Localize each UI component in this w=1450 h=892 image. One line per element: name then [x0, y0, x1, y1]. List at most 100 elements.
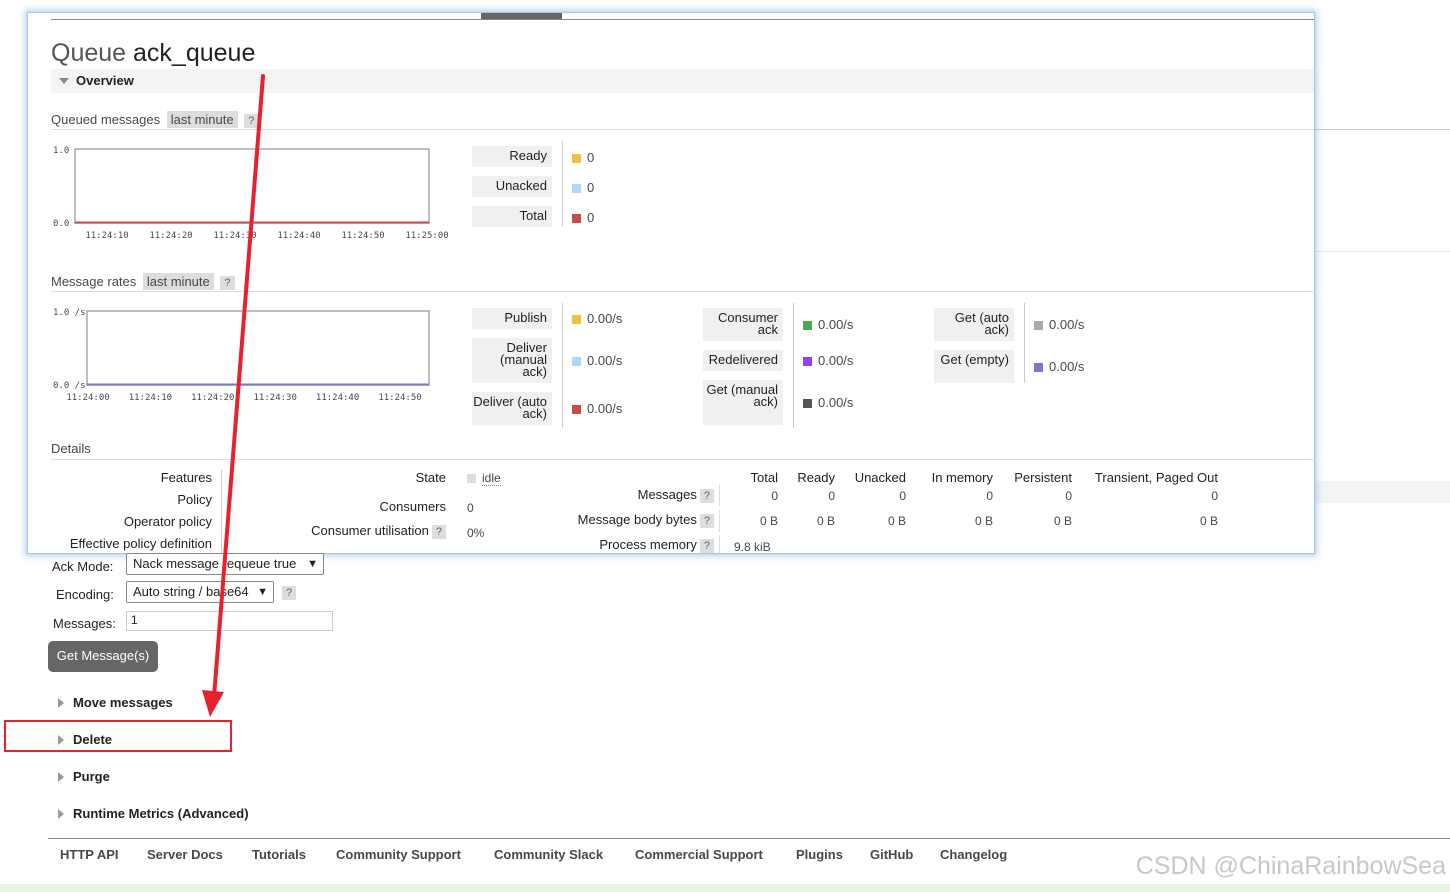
overview-section-toggle[interactable]: Overview [51, 69, 1314, 93]
messages-label: Messages: [53, 616, 116, 631]
queued-x-ticks: 11:24:10 11:24:20 11:24:30 11:24:40 11:24:50… [85, 231, 448, 241]
encoding-select[interactable]: Auto string / base64 ▼ [126, 581, 274, 603]
state-label: State [415, 470, 446, 485]
details-column-header: Persistent [1014, 470, 1072, 485]
legend-separator [1024, 303, 1025, 383]
legend-label-total: Total [472, 206, 552, 227]
tab-indicator [481, 13, 562, 19]
chevron-down-icon: ▼ [307, 558, 318, 570]
footer-link-community-support[interactable]: Community Support [336, 847, 461, 862]
queued-messages-header: Queued messages last minute ? [51, 111, 259, 128]
details-label: Operator policy [123, 514, 212, 529]
message-rates-chart: 1.0 /s 0.0 /s 11:24:00 11:24:10 11:24:20 11… [51, 305, 461, 408]
legend-swatch [572, 214, 581, 223]
legend-separator [562, 141, 563, 226]
consumer-utilisation-label: Consumer utilisation? [268, 523, 446, 539]
x-tick-label: 11:24:40 [316, 393, 359, 403]
get-messages-button[interactable]: Get Message(s) [48, 641, 158, 672]
legend-swatch [803, 356, 812, 366]
rate-legend-value: 0.00/s [803, 353, 853, 368]
encoding-label: Encoding: [56, 587, 114, 602]
rate-value-text: 0.00/s [1049, 316, 1085, 332]
section-toggle-purge[interactable]: Purge [58, 769, 110, 784]
y-tick-top: 1.0 /s [53, 308, 86, 318]
title-prefix: Queue [51, 39, 127, 67]
legend-separator [562, 303, 563, 428]
legend-value-text: 0 [587, 210, 595, 225]
x-tick-label: 11:24:10 [129, 393, 172, 403]
footer-link-server-docs[interactable]: Server Docs [147, 847, 223, 862]
section-label: Purge [73, 769, 110, 784]
x-tick-label: 11:24:20 [191, 393, 234, 403]
rate-value-text: 0.00/s [818, 352, 854, 368]
queued-header-label: Queued messages [51, 112, 161, 127]
ack-mode-select[interactable]: Nack message requeue true ▼ [126, 553, 324, 575]
legend-value-text: 0 [587, 180, 595, 195]
legend-value-text: 0 [587, 150, 595, 165]
section-label: Runtime Metrics (Advanced) [73, 806, 249, 821]
legend-swatch [803, 320, 812, 330]
section-toggle-runtime-metrics-advanced[interactable]: Runtime Metrics (Advanced) [58, 806, 249, 821]
bottom-bar [0, 884, 1450, 892]
queue-overview-popup: Queue ack_queue Overview Queued messages… [27, 12, 1315, 554]
legend-swatch [1034, 362, 1043, 372]
legend-swatch [803, 398, 812, 408]
rates-header-label: Message rates [51, 274, 137, 289]
legend-value: 0 [572, 210, 594, 225]
footer-divider [48, 838, 1450, 839]
legend-swatch [572, 154, 581, 163]
details-label: Effective policy definition [69, 536, 212, 551]
rate-legend-value: 0.00/s [1034, 317, 1084, 332]
rate-legend-label: Get (manual ack) [703, 380, 783, 425]
rate-legend-value: 0.00/s [572, 311, 622, 326]
footer-link-commercial-support[interactable]: Commercial Support [635, 847, 763, 862]
details-separator [221, 470, 222, 553]
details-cell: 0 B [1053, 514, 1072, 528]
y-tick-bottom: 0.0 [53, 219, 69, 229]
state-value: idle [467, 471, 501, 486]
section-toggle-move-messages[interactable]: Move messages [58, 695, 173, 710]
queued-messages-chart: 1.0 0.0 11:24:10 11:24:20 11:24:30 11:24:40… [51, 143, 461, 246]
rates-range-selector[interactable]: last minute [142, 273, 214, 290]
triangle-down-icon [59, 78, 69, 84]
x-tick-label: 11:25:00 [405, 231, 448, 241]
chevron-down-icon: ▼ [257, 586, 268, 598]
encoding-help-button[interactable]: ? [279, 584, 297, 600]
rates-chart-svg: 1.0 /s 0.0 /s 11:24:00 11:24:10 11:24:20 11… [53, 308, 430, 403]
legend-value: 0 [572, 180, 594, 195]
row-separator [719, 535, 720, 553]
legend-swatch [572, 356, 581, 366]
legend-label-ready: Ready [472, 146, 552, 167]
legend-label-unacked: Unacked [472, 176, 552, 197]
chart-frame [74, 148, 430, 224]
footer-link-tutorials[interactable]: Tutorials [252, 847, 306, 862]
bg-divider [1313, 251, 1450, 252]
rates-help-button[interactable]: ? [220, 276, 235, 290]
watermark: CSDN @ChinaRainbowSea [1135, 852, 1446, 880]
legend-swatch [1034, 320, 1043, 330]
footer-link-http-api[interactable]: HTTP API [60, 847, 119, 862]
state-text: idle [482, 471, 501, 486]
queued-range-selector[interactable]: last minute [166, 111, 238, 128]
row-help-button[interactable]: ? [699, 539, 714, 553]
rate-value-text: 0.00/s [587, 400, 623, 416]
legend-swatch [572, 404, 581, 414]
state-swatch [467, 474, 476, 483]
legend-separator [793, 303, 794, 428]
x-tick-label: 11:24:20 [149, 231, 192, 241]
footer-link-plugins[interactable]: Plugins [796, 847, 843, 862]
footer-link-github[interactable]: GitHub [870, 847, 913, 862]
queued-help-button[interactable]: ? [244, 114, 259, 128]
utilisation-help-button[interactable]: ? [431, 525, 446, 539]
messages-count-input[interactable]: 1 [126, 611, 333, 631]
top-divider [51, 19, 1314, 20]
footer-link-changelog[interactable]: Changelog [940, 847, 1007, 862]
rate-legend-label: Get (empty) [934, 350, 1014, 383]
rate-legend-label: Redelivered [703, 350, 783, 371]
rate-legend-label: Deliver (manual ack) [472, 338, 552, 383]
rate-legend-value: 0.00/s [1034, 359, 1084, 374]
x-tick-label: 11:24:50 [341, 231, 384, 241]
footer-link-community-slack[interactable]: Community Slack [494, 847, 603, 862]
x-tick-label: 11:24:10 [85, 231, 128, 241]
rate-value-text: 0.00/s [587, 352, 623, 368]
